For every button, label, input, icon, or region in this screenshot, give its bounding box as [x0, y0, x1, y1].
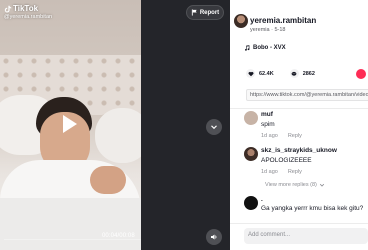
comment-text: APOLOGIZEEEE	[261, 157, 312, 164]
comment-meta: 1d ago Reply	[261, 169, 302, 175]
report-button[interactable]: Report	[186, 5, 224, 20]
author-name[interactable]: yeremia.rambitan	[250, 16, 316, 25]
heart-icon	[248, 71, 253, 76]
view-more-label: View more replies (8)	[265, 182, 317, 188]
reply-button[interactable]: Reply	[288, 169, 302, 175]
video-details-panel: yeremia.rambitan yeremia · 5-18 Bobo - X…	[230, 0, 368, 250]
music-note-icon	[245, 45, 250, 51]
comment-meta: 1d ago Reply	[261, 133, 302, 139]
share-icons	[356, 69, 366, 79]
flag-icon	[191, 9, 197, 16]
comment-text: spim	[261, 121, 275, 128]
video-person-hand	[90, 166, 126, 194]
comment-icon	[291, 71, 297, 76]
add-comment-input[interactable]: Add comment...	[244, 228, 368, 244]
tiktok-brand-label: TikTok	[13, 4, 39, 13]
tiktok-watermark: TikTok	[4, 4, 38, 13]
chevron-down-icon	[211, 125, 217, 130]
divider	[230, 223, 368, 224]
video-frame[interactable]: TikTok @yeremia.rambitan 00:04/00:08	[0, 0, 141, 250]
comment-username[interactable]: muf	[261, 111, 273, 118]
volume-button[interactable]	[206, 229, 222, 245]
music-title: Bobo - XVX	[253, 45, 286, 51]
share-embed-icon[interactable]	[356, 69, 366, 79]
video-blanket	[0, 198, 141, 250]
volume-icon	[211, 234, 217, 240]
tiktok-watermark-handle: @yeremia.rambitan	[4, 14, 53, 20]
author-avatar[interactable]	[234, 14, 248, 28]
divider	[230, 108, 368, 109]
comment-time: 1d ago	[261, 133, 278, 139]
comment-button[interactable]	[289, 69, 299, 78]
comment-time: 1d ago	[261, 169, 278, 175]
video-url-field[interactable]: https://www.tiktok.com/@yeremia.rambitan…	[246, 89, 368, 101]
video-player[interactable]: TikTok @yeremia.rambitan 00:04/00:08 Rep…	[0, 0, 230, 250]
reply-button[interactable]: Reply	[288, 133, 302, 139]
author-meta: yeremia · 5-18	[250, 27, 286, 33]
video-actions: 62.4K 2862	[246, 69, 315, 78]
like-count: 62.4K	[259, 70, 274, 77]
video-pillow	[95, 108, 141, 163]
comment-avatar[interactable]	[244, 196, 258, 210]
video-progress-bar[interactable]	[4, 239, 141, 240]
tiktok-logo-icon	[4, 5, 12, 13]
comment-username[interactable]: .	[261, 196, 263, 203]
comment-text: Ga yangka yerrr kmu bisa kek gitu?	[261, 205, 364, 212]
play-icon[interactable]	[57, 112, 81, 136]
chevron-down-icon	[319, 183, 324, 187]
comment-count: 2862	[302, 70, 315, 77]
view-more-replies[interactable]: View more replies (8)	[265, 182, 325, 188]
report-label: Report	[199, 9, 220, 16]
next-video-button[interactable]	[206, 119, 222, 135]
comment-avatar[interactable]	[244, 147, 258, 161]
comment-avatar[interactable]	[244, 111, 258, 125]
music-link[interactable]: Bobo - XVX	[244, 45, 286, 51]
like-button[interactable]	[246, 69, 255, 78]
comment-username[interactable]: skz_is_straykids_uknow	[261, 147, 337, 154]
